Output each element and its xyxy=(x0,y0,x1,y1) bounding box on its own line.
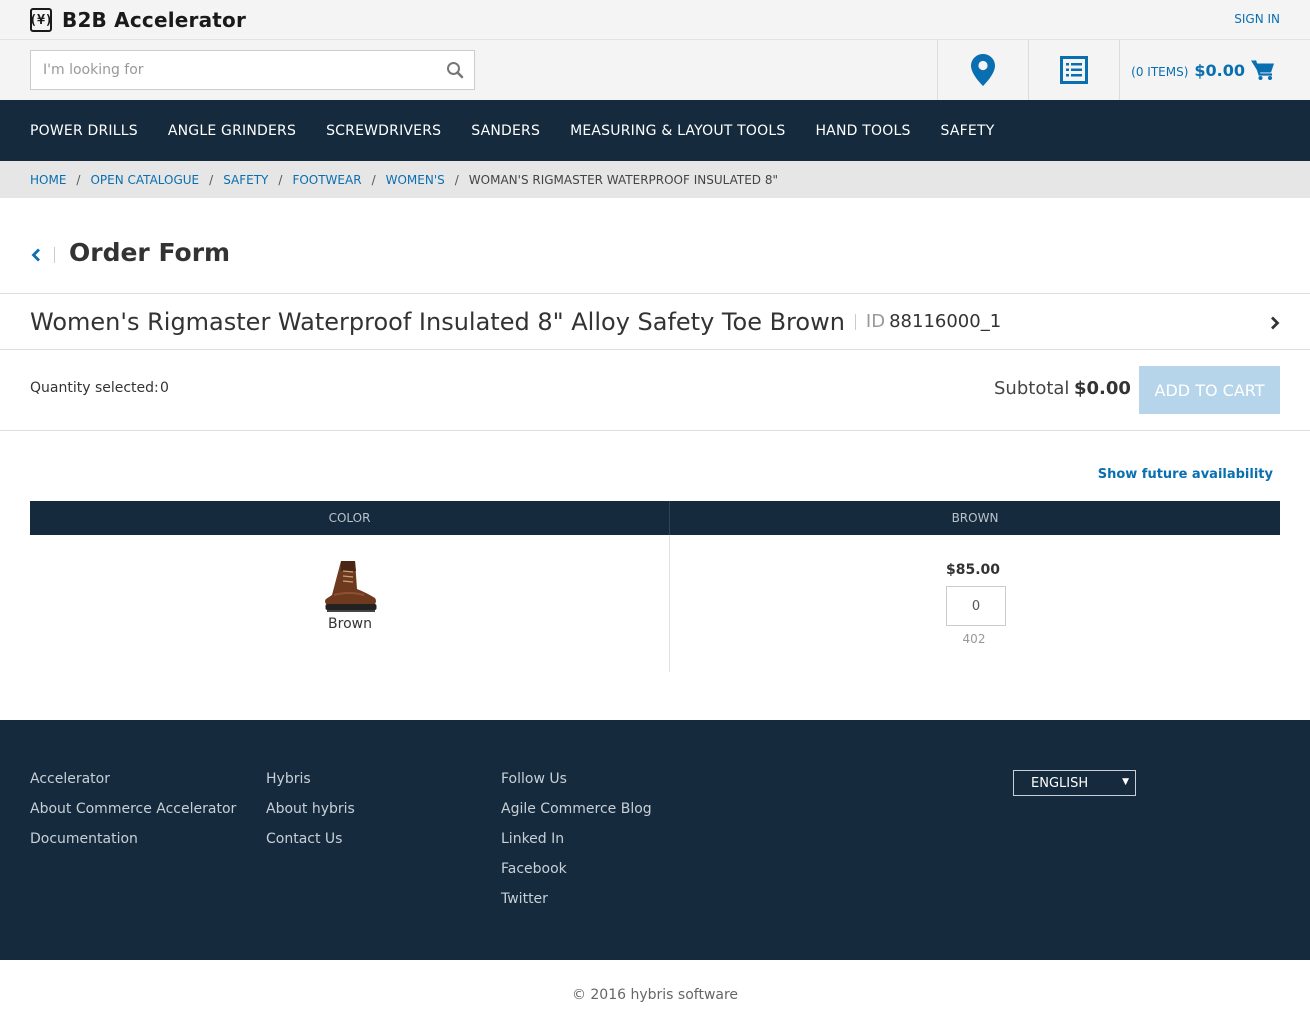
product-name: Women's Rigmaster Waterproof Insulated 8… xyxy=(30,307,845,336)
footer-link[interactable]: Linked In xyxy=(501,830,652,860)
search-box xyxy=(30,50,475,90)
column-header-color: COLOR xyxy=(30,501,670,535)
breadcrumb-womens[interactable]: WOMEN'S xyxy=(386,173,445,187)
footer-link[interactable]: Hybris xyxy=(266,770,355,800)
footer-column-accelerator: Accelerator About Commerce Accelerator D… xyxy=(30,770,236,860)
category-nav: POWER DRILLS ANGLE GRINDERS SCREWDRIVERS… xyxy=(0,100,1310,161)
sign-in-link[interactable]: SIGN IN xyxy=(1234,12,1280,26)
language-select-value: ENGLISH xyxy=(1031,775,1089,791)
footer-column-hybris: Hybris About hybris Contact Us xyxy=(266,770,355,860)
breadcrumb: HOME / OPEN CATALOGUE / SAFETY / FOOTWEA… xyxy=(0,161,1310,198)
breadcrumb-separator: / xyxy=(278,172,283,187)
breadcrumb-separator: / xyxy=(371,172,376,187)
list-icon xyxy=(1060,56,1088,84)
color-swatch-label: Brown xyxy=(328,616,372,632)
breadcrumb-separator: / xyxy=(76,172,81,187)
footer-link[interactable]: About hybris xyxy=(266,800,355,830)
footer-link[interactable]: Contact Us xyxy=(266,830,355,860)
chevron-left-icon[interactable] xyxy=(30,248,42,262)
search-input[interactable] xyxy=(31,51,411,89)
store-finder-button[interactable] xyxy=(937,40,1028,100)
breadcrumb-footwear[interactable]: FOOTWEAR xyxy=(292,173,361,187)
product-id-label: ID xyxy=(865,311,886,332)
product-id: 88116000_1 xyxy=(889,311,1002,332)
subtotal-label: Subtotal xyxy=(994,378,1070,399)
footer-link[interactable]: Accelerator xyxy=(30,770,236,800)
color-cell: Brown xyxy=(30,535,670,672)
footer-link[interactable]: About Commerce Accelerator xyxy=(30,800,236,830)
shopping-cart-icon xyxy=(1251,60,1274,80)
nav-item-hand-tools[interactable]: HAND TOOLS xyxy=(815,123,910,139)
nav-item-angle-grinders[interactable]: ANGLE GRINDERS xyxy=(168,123,296,139)
cart-total: $0.00 xyxy=(1194,60,1245,80)
logo-text: B2B Accelerator xyxy=(62,8,247,32)
footer-link[interactable]: Documentation xyxy=(30,830,236,860)
variant-price: $85.00 xyxy=(945,562,1001,578)
quantity-selected-label: Quantity selected: xyxy=(30,380,159,396)
breadcrumb-separator: / xyxy=(454,172,459,187)
add-to-cart-button[interactable]: ADD TO CART xyxy=(1139,366,1280,414)
breadcrumb-home[interactable]: HOME xyxy=(30,173,66,187)
show-future-availability-link[interactable]: Show future availability xyxy=(1098,467,1273,482)
footer-link[interactable]: Facebook xyxy=(501,860,652,890)
breadcrumb-current: WOMAN'S RIGMASTER WATERPROOF INSULATED 8… xyxy=(468,172,778,187)
page-title: Order Form xyxy=(69,238,231,267)
copyright: © 2016 hybris software xyxy=(571,987,739,1003)
nav-item-safety[interactable]: SAFETY xyxy=(941,123,995,139)
footer-column-follow-us: Follow Us Agile Commerce Blog Linked In … xyxy=(501,770,652,920)
variant-quantity-input[interactable] xyxy=(946,586,1006,626)
quantity-selected-value: 0 xyxy=(160,380,169,396)
quick-order-button[interactable] xyxy=(1028,40,1119,100)
nav-item-measuring-layout-tools[interactable]: MEASURING & LAYOUT TOOLS xyxy=(570,123,785,139)
variant-stock-level: 402 xyxy=(962,632,986,646)
map-pin-icon xyxy=(971,54,995,86)
breadcrumb-open-catalogue[interactable]: OPEN CATALOGUE xyxy=(90,173,199,187)
nav-item-screwdrivers[interactable]: SCREWDRIVERS xyxy=(326,123,441,139)
site-footer: Accelerator About Commerce Accelerator D… xyxy=(0,720,1310,960)
top-bar: (¥) B2B Accelerator SIGN IN xyxy=(0,0,1310,40)
mini-cart[interactable]: (0 ITEMS) $0.00 xyxy=(1119,40,1310,100)
site-logo[interactable]: (¥) B2B Accelerator xyxy=(29,8,247,32)
order-summary-row: Quantity selected: 0 Subtotal $0.00 ADD … xyxy=(0,350,1310,431)
chevron-right-icon[interactable] xyxy=(1270,316,1280,330)
variant-grid-header: COLOR BROWN xyxy=(30,501,1280,535)
variant-grid-row: Brown $85.00 402 xyxy=(30,535,1280,672)
caret-down-icon: ▼ xyxy=(1122,777,1129,787)
divider xyxy=(54,247,55,263)
column-header-brown: BROWN xyxy=(951,511,999,525)
divider xyxy=(854,313,856,330)
footer-link[interactable]: Agile Commerce Blog xyxy=(501,800,652,830)
product-header: Women's Rigmaster Waterproof Insulated 8… xyxy=(0,294,1310,350)
nav-item-sanders[interactable]: SANDERS xyxy=(471,123,540,139)
boot-thumbnail-image[interactable] xyxy=(325,559,377,613)
subtotal-value: $0.00 xyxy=(1074,378,1131,399)
footer-link[interactable]: Twitter xyxy=(501,890,652,920)
breadcrumb-separator: / xyxy=(209,172,214,187)
breadcrumb-safety[interactable]: SAFETY xyxy=(223,173,268,187)
language-select[interactable]: ENGLISH ▼ xyxy=(1013,770,1136,796)
search-row: (0 ITEMS) $0.00 xyxy=(0,40,1310,100)
logo-mark-icon: (¥) xyxy=(29,8,53,32)
footer-link[interactable]: Follow Us xyxy=(501,770,652,800)
page-header: Order Form xyxy=(0,198,1310,294)
cart-item-count: (0 ITEMS) xyxy=(1131,64,1189,79)
nav-item-power-drills[interactable]: POWER DRILLS xyxy=(30,123,138,139)
search-icon[interactable] xyxy=(446,61,464,79)
